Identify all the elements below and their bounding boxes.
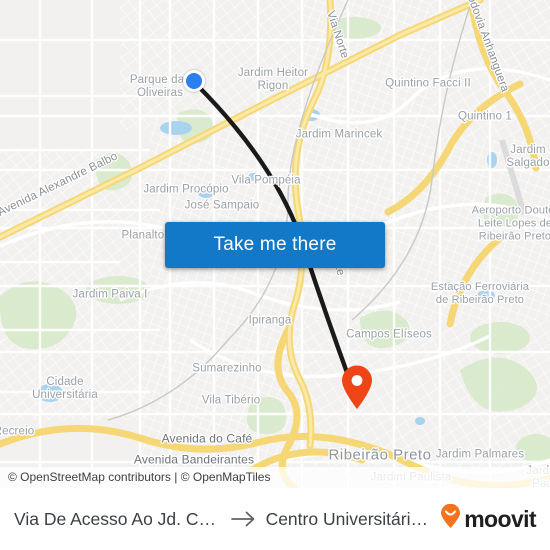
trip-footer: Via De Acesso Ao Jd. Cris… Centro Univer… [0, 488, 550, 550]
origin-dot-marker[interactable] [183, 70, 205, 92]
take-me-there-button[interactable]: Take me there [165, 222, 385, 268]
route-destination-label: Centro Universitário … [265, 508, 433, 529]
moovit-trip-preview: Parque das Oliveiras Jardim Heitor Rigon Q… [0, 0, 550, 550]
moovit-pin-smile-icon [440, 503, 461, 534]
route-summary: Via De Acesso Ao Jd. Cris… Centro Univer… [14, 509, 432, 530]
arrow-right-icon [230, 511, 257, 527]
map-canvas[interactable]: Parque das Oliveiras Jardim Heitor Rigon Q… [0, 0, 550, 488]
moovit-logo[interactable]: moovit [440, 503, 537, 534]
moovit-wordmark: moovit [464, 505, 536, 532]
route-origin-label: Via De Acesso Ao Jd. Cris… [14, 508, 222, 529]
destination-pin-marker[interactable] [340, 364, 374, 410]
map-attribution: © OpenStreetMap contributors | © OpenMap… [0, 467, 550, 488]
